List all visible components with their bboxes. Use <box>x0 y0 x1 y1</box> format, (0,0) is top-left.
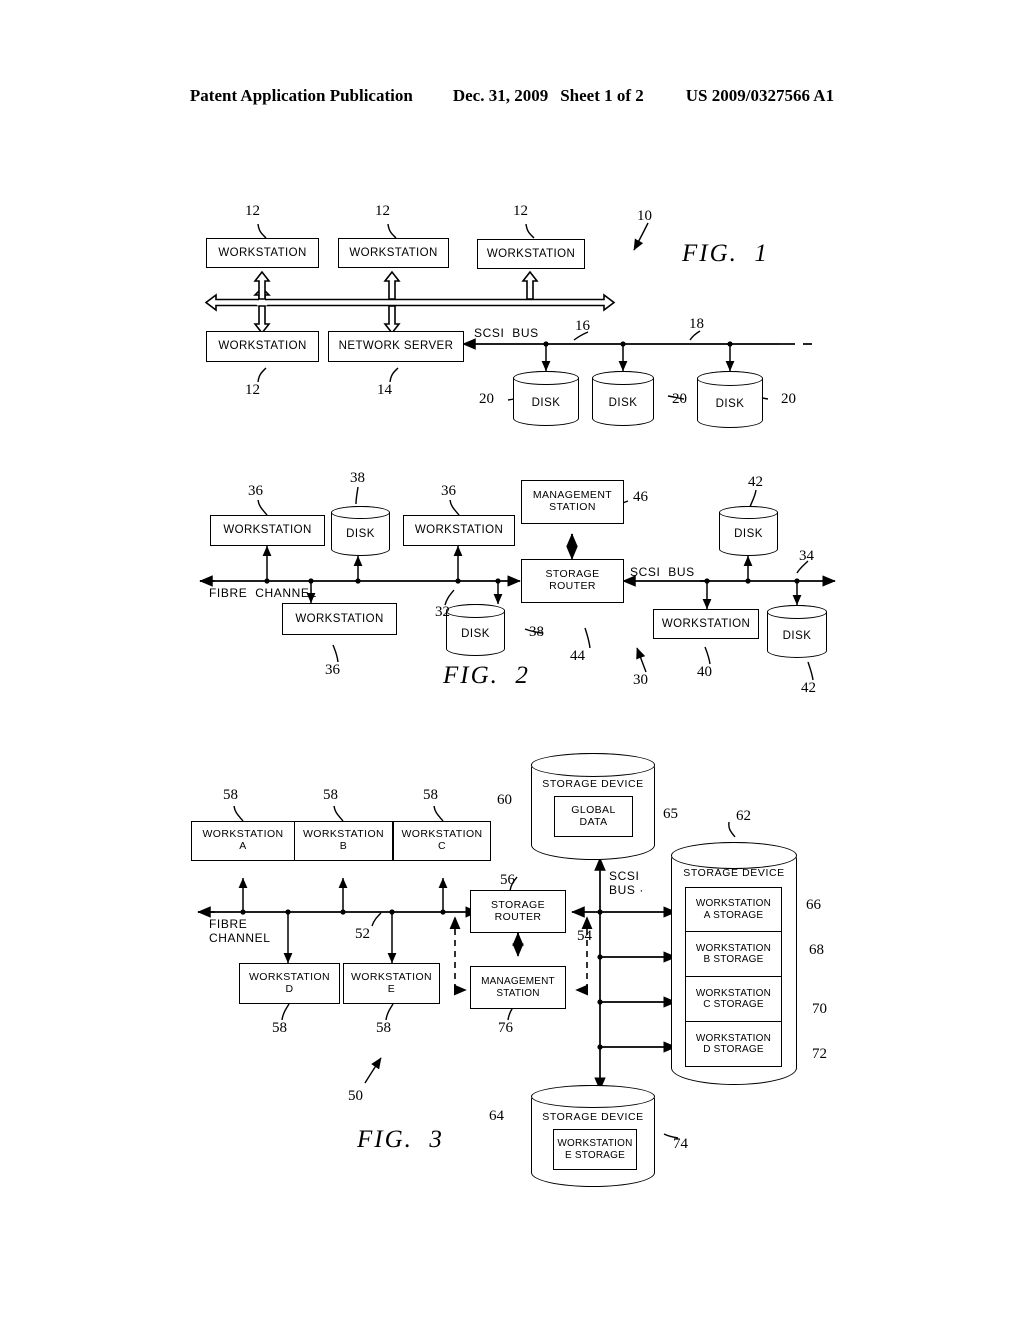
fig3-ref-65: 65 <box>663 806 678 822</box>
fig3-ref-58c: 58 <box>423 787 438 803</box>
fig3-storage-device-workstations: STORAGE DEVICE WORKSTATION A STORAGE WOR… <box>671 842 797 1085</box>
fig3-workstation-d: WORKSTATION D <box>239 963 340 1004</box>
fig3-ref-52: 52 <box>355 926 370 942</box>
storage-device-title: STORAGE DEVICE <box>683 867 785 879</box>
fig3-connectors <box>197 799 798 1139</box>
partition-workstation-e-storage: WORKSTATION E STORAGE <box>553 1129 637 1170</box>
fig3-ref-50: 50 <box>348 1088 363 1104</box>
partition-workstation-d-storage: WORKSTATION D STORAGE <box>685 1022 782 1067</box>
fig3-figure-label: FIG. 3 <box>357 1126 444 1153</box>
cylinder-top <box>671 842 797 869</box>
fig3-ref-72: 72 <box>812 1046 827 1062</box>
fig3-ref-58e: 58 <box>376 1020 391 1036</box>
fig3-workstation-b: WORKSTATION B <box>294 821 393 861</box>
fig3-ref-60: 60 <box>497 792 512 808</box>
fig3-storage-device-e: STORAGE DEVICE WORKSTATION E STORAGE <box>531 1085 655 1187</box>
fig3-storage-device-global: STORAGE DEVICE GLOBAL DATA <box>531 753 655 860</box>
partition-workstation-b-storage: WORKSTATION B STORAGE <box>685 932 782 977</box>
fig3-ref-58a: 58 <box>223 787 238 803</box>
storage-device-title: STORAGE DEVICE <box>542 778 644 790</box>
partition-global-data: GLOBAL DATA <box>554 796 633 837</box>
fig3-scsi-bus-label: SCSI BUS · <box>609 869 645 898</box>
fig3-ref-62: 62 <box>736 808 751 824</box>
fig3-ref-64: 64 <box>489 1108 504 1124</box>
fig3-workstation-e: WORKSTATION E <box>343 963 440 1004</box>
partition-workstation-c-storage: WORKSTATION C STORAGE <box>685 977 782 1022</box>
storage-device-title: STORAGE DEVICE <box>542 1111 644 1123</box>
cylinder-top <box>531 753 655 777</box>
fig3-ref-74: 74 <box>673 1136 688 1152</box>
fig3-ref-56: 56 <box>500 872 515 888</box>
fig3-ref-66: 66 <box>806 897 821 913</box>
fig3-ref-70: 70 <box>812 1001 827 1017</box>
fig3-ref-58d: 58 <box>272 1020 287 1036</box>
fig3-fibre-channel-label: FIBRE CHANNEL <box>209 917 271 946</box>
patent-drawing-page: Patent Application Publication Dec. 31, … <box>0 0 1024 1320</box>
fig3-workstation-c: WORKSTATION C <box>393 821 491 861</box>
fig3-workstation-a: WORKSTATION A <box>191 821 295 861</box>
fig3-ref-58b: 58 <box>323 787 338 803</box>
partition-workstation-a-storage: WORKSTATION A STORAGE <box>685 887 782 932</box>
fig3-ref-54: 54 <box>577 928 592 944</box>
fig3-ref-68: 68 <box>809 942 824 958</box>
fig3-storage-router: STORAGE ROUTER <box>470 890 566 933</box>
fig3-ref-76: 76 <box>498 1020 513 1036</box>
fig3-management-station: MANAGEMENT STATION <box>470 966 566 1009</box>
